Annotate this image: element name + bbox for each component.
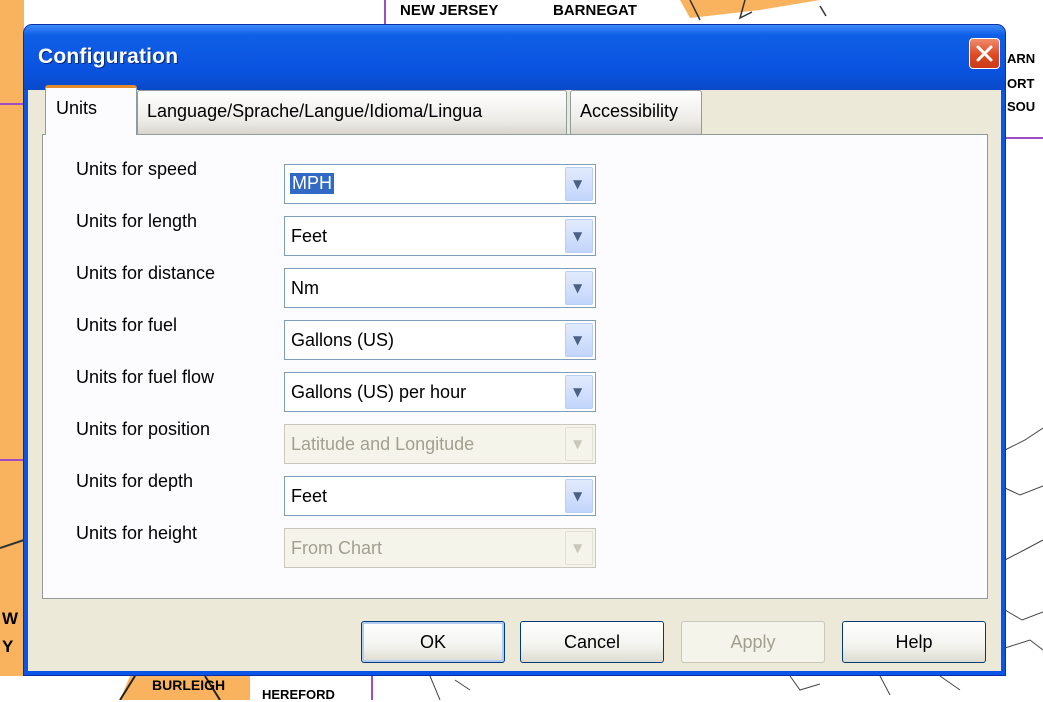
dialog-title: Configuration <box>38 45 179 68</box>
tab-accessibility-label: Accessibility <box>580 101 679 121</box>
length-value: Feet <box>291 226 328 246</box>
map-label-w: W <box>2 609 19 628</box>
fuel-value: Gallons (US) <box>291 330 395 350</box>
map-label-ort: ORT <box>1007 76 1035 91</box>
dialog-client-area: Units Language/Sprache/Langue/Idioma/Lin… <box>28 85 1001 671</box>
close-button[interactable] <box>969 38 1000 69</box>
map-label-new-jersey: NEW JERSEY <box>400 2 499 19</box>
speed-dropdown-button[interactable]: ▼ <box>565 167 593 201</box>
height-label: Units for height <box>76 523 198 543</box>
chevron-down-icon: ▼ <box>573 385 583 399</box>
distance-value: Nm <box>291 278 319 298</box>
position-value: Latitude and Longitude <box>291 434 475 454</box>
length-dropdown-button[interactable]: ▼ <box>565 219 593 253</box>
map-label-y: Y <box>2 637 14 656</box>
depth-value: Feet <box>291 486 328 506</box>
depth-select[interactable]: Feet ▼ <box>284 476 596 516</box>
map-label-burleigh: BURLEIGH <box>152 677 226 693</box>
chevron-down-icon: ▼ <box>573 229 583 243</box>
distance-label: Units for distance <box>76 263 216 283</box>
height-select: From Chart ▼ <box>284 528 596 568</box>
apply-button: Apply <box>681 621 825 663</box>
depth-label: Units for depth <box>76 471 194 491</box>
map-label-barnegat: BARNEGAT <box>553 2 637 19</box>
chevron-down-icon: ▼ <box>573 177 583 191</box>
fuel-flow-dropdown-button[interactable]: ▼ <box>565 375 593 409</box>
chevron-down-icon: ▼ <box>573 489 583 503</box>
tab-accessibility[interactable]: Accessibility <box>570 90 702 134</box>
position-dropdown-button: ▼ <box>565 427 593 461</box>
speed-select[interactable]: MPH ▼ <box>284 164 596 204</box>
length-label: Units for length <box>76 211 198 231</box>
height-dropdown-button: ▼ <box>565 531 593 565</box>
tab-language-label: Language/Sprache/Langue/Idioma/Lingua <box>147 101 483 121</box>
help-button[interactable]: Help <box>842 621 986 663</box>
fuel-flow-value: Gallons (US) per hour <box>291 382 467 402</box>
fuel-select[interactable]: Gallons (US) ▼ <box>284 320 596 360</box>
fuel-label: Units for fuel <box>76 315 178 335</box>
tab-units-label: Units <box>56 98 98 118</box>
position-select: Latitude and Longitude ▼ <box>284 424 596 464</box>
units-tab-panel: Units for speed MPH ▼ Units for length F… <box>42 134 988 599</box>
tab-units[interactable]: Units <box>45 85 137 135</box>
speed-value: MPH <box>290 173 334 194</box>
chevron-down-icon: ▼ <box>573 541 583 555</box>
position-label: Units for position <box>76 419 211 439</box>
map-label-sou: SOU <box>1007 99 1036 114</box>
depth-dropdown-button[interactable]: ▼ <box>565 479 593 513</box>
chevron-down-icon: ▼ <box>573 437 583 451</box>
map-label-hereford: HEREFORD <box>262 687 335 702</box>
speed-label: Units for speed <box>76 159 198 179</box>
configuration-dialog: Configuration Units Language/Sprache/Lan… <box>24 25 1005 675</box>
map-label-arn: ARN <box>1007 51 1036 66</box>
distance-select[interactable]: Nm ▼ <box>284 268 596 308</box>
length-select[interactable]: Feet ▼ <box>284 216 596 256</box>
ok-button[interactable]: OK <box>361 621 505 663</box>
close-icon <box>976 45 993 62</box>
fuel-dropdown-button[interactable]: ▼ <box>565 323 593 357</box>
chevron-down-icon: ▼ <box>573 281 583 295</box>
cancel-button[interactable]: Cancel <box>520 621 664 663</box>
height-value: From Chart <box>291 538 383 558</box>
distance-dropdown-button[interactable]: ▼ <box>565 271 593 305</box>
fuel-flow-select[interactable]: Gallons (US) per hour ▼ <box>284 372 596 412</box>
tab-language[interactable]: Language/Sprache/Langue/Idioma/Lingua <box>137 90 567 134</box>
fuel-flow-label: Units for fuel flow <box>76 367 215 387</box>
title-bar[interactable]: Configuration <box>24 25 1005 90</box>
chevron-down-icon: ▼ <box>573 333 583 347</box>
